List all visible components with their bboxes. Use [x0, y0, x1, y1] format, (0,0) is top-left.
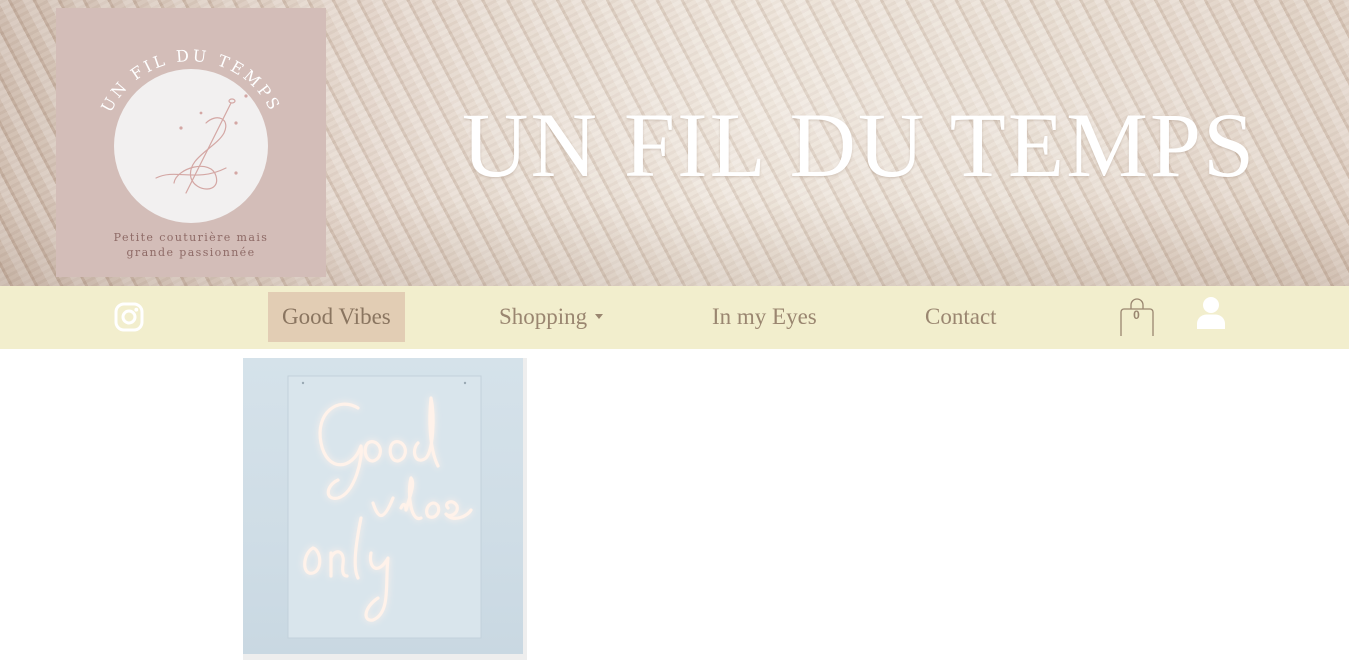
nav-item-label: Shopping [499, 304, 588, 329]
cart-count: 0 [1133, 308, 1140, 322]
hero-banner: UN FIL DU TEMPS Petite couturière mais g… [0, 0, 1349, 286]
neon-sign-illustration [287, 375, 482, 639]
chevron-down-icon [595, 314, 604, 320]
nav-item-shopping[interactable]: Shopping [499, 292, 604, 342]
nav-item-contact[interactable]: Contact [925, 292, 997, 342]
nav-item-label: In my Eyes [712, 304, 817, 329]
logo-tagline: Petite couturière mais grande passionnée [56, 230, 326, 260]
tagline-line-2: grande passionnée [126, 246, 256, 259]
main-navigation: Good Vibes Shopping In my Eyes Contact 0 [0, 286, 1349, 349]
nav-item-in-my-eyes[interactable]: In my Eyes [712, 292, 817, 342]
nav-item-good-vibes[interactable]: Good Vibes [268, 292, 405, 342]
nav-item-label: Good Vibes [282, 304, 391, 329]
site-logo[interactable]: UN FIL DU TEMPS Petite couturière mais g… [56, 8, 326, 277]
neon-sign-image [243, 358, 523, 654]
site-title: UN FIL DU TEMPS [462, 94, 1257, 196]
nav-item-label: Contact [925, 304, 997, 329]
cart-button[interactable]: 0 [1120, 294, 1154, 341]
good-vibes-card[interactable] [243, 358, 527, 660]
tagline-line-1: Petite couturière mais [113, 231, 269, 244]
instagram-icon[interactable] [114, 302, 144, 332]
user-icon[interactable] [1196, 296, 1226, 330]
